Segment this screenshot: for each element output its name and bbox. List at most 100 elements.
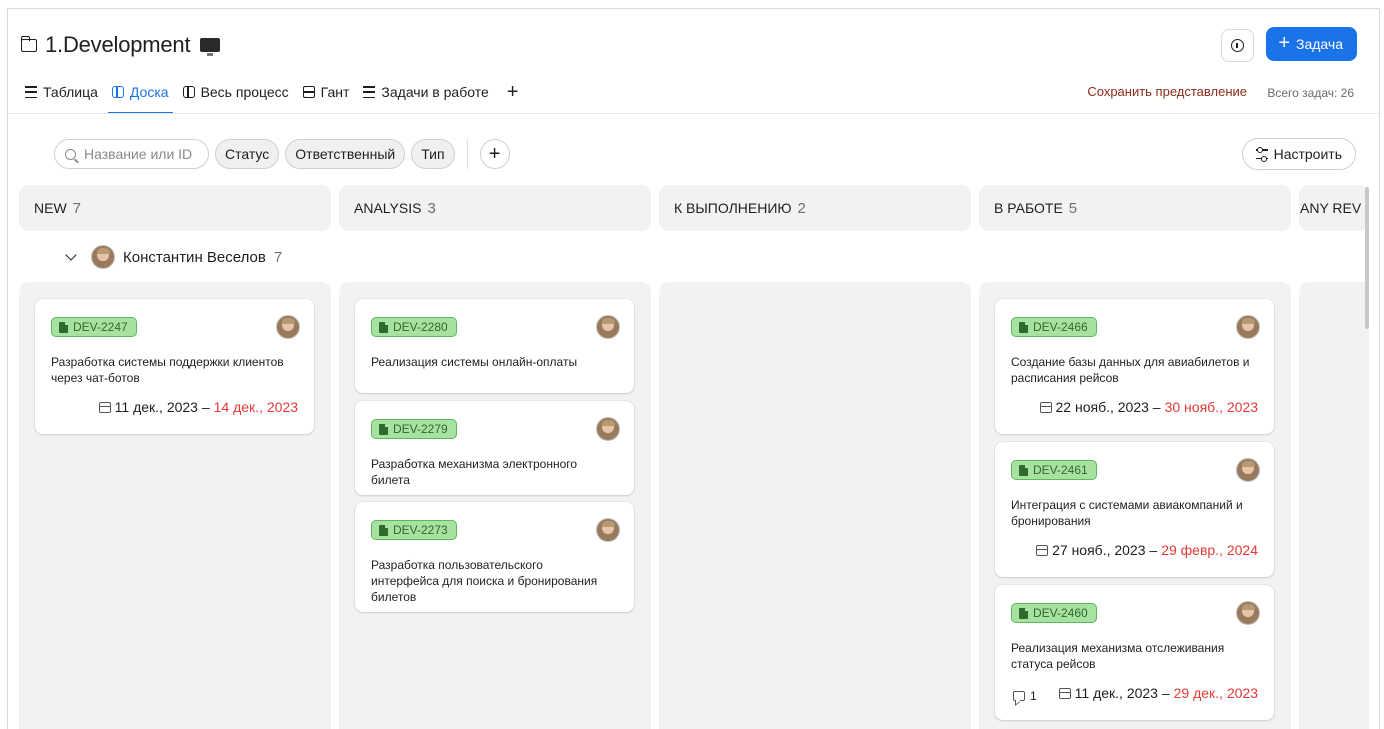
- column-name: NEW: [34, 200, 67, 216]
- date-end: 30 нояб., 2023: [1164, 399, 1258, 415]
- task-card[interactable]: DEV-2273 Разработка пользовательского ин…: [355, 502, 634, 612]
- search-input[interactable]: Название или ID: [54, 139, 209, 169]
- configure-label: Настроить: [1273, 146, 1342, 162]
- task-card[interactable]: DEV-2247 Разработка системы поддержки кл…: [35, 299, 314, 434]
- task-card[interactable]: DEV-2279 Разработка механизма электронно…: [355, 401, 634, 495]
- board-icon: [111, 86, 124, 98]
- document-icon: [1019, 321, 1028, 333]
- avatar: [596, 518, 620, 542]
- comments-count[interactable]: 1: [1013, 689, 1037, 703]
- tab-board[interactable]: Доска: [107, 80, 173, 114]
- info-icon: [1231, 39, 1244, 52]
- column-header-any-review[interactable]: ANY REV: [1299, 185, 1369, 231]
- column-header-todo[interactable]: К ВЫПОЛНЕНИЮ 2: [659, 185, 971, 231]
- task-id: DEV-2273: [393, 523, 448, 537]
- column-count: 2: [797, 199, 806, 217]
- task-dates: 27 нояб., 2023 – 29 февр., 2024: [1036, 542, 1258, 558]
- tab-label: Задачи в работе: [381, 84, 489, 100]
- avatar: [1236, 601, 1260, 625]
- document-icon: [1019, 607, 1028, 619]
- add-task-label: Задача: [1296, 36, 1343, 52]
- swimlane-header[interactable]: Константин Веселов 7: [65, 245, 282, 269]
- column-name: ANY REV: [1300, 200, 1362, 216]
- save-view-link[interactable]: Сохранить представление: [1087, 84, 1247, 99]
- calendar-icon: [1036, 544, 1049, 556]
- avatar: [276, 315, 300, 339]
- chevron-down-icon[interactable]: [65, 249, 77, 261]
- filter-divider: [466, 139, 468, 169]
- document-icon: [379, 423, 388, 435]
- task-dates: 11 дек., 2023 – 14 дек., 2023: [98, 399, 298, 415]
- sliders-icon: [1255, 147, 1268, 161]
- column-header-analysis[interactable]: ANALYSIS 3: [339, 185, 651, 231]
- configure-button[interactable]: Настроить: [1241, 138, 1356, 170]
- task-title: Создание базы данных для авиабилетов и р…: [1011, 355, 1250, 385]
- add-view-icon[interactable]: +: [507, 82, 519, 102]
- column-body-new: DEV-2247 Разработка системы поддержки кл…: [19, 282, 331, 729]
- total-tasks-count: Всего задач: 26: [1267, 86, 1354, 100]
- lines-icon: [25, 86, 37, 98]
- task-id-badge: DEV-2280: [371, 317, 457, 337]
- column-body-todo: [659, 282, 971, 729]
- task-dates: 22 нояб., 2023 – 30 нояб., 2023: [1039, 399, 1258, 415]
- date-end: 29 дек., 2023: [1173, 685, 1258, 701]
- column-header-new[interactable]: NEW 7: [19, 185, 331, 231]
- task-card[interactable]: DEV-2466 Создание базы данных для авиаби…: [995, 299, 1274, 434]
- column-count: 5: [1068, 199, 1078, 217]
- tab-label: Таблица: [43, 84, 98, 100]
- document-icon: [59, 321, 68, 333]
- column-header-in-progress[interactable]: В РАБОТЕ 5: [979, 185, 1291, 231]
- task-id-badge: DEV-2273: [371, 520, 457, 540]
- tab-tasks-in-progress[interactable]: Задачи в работе: [363, 80, 489, 104]
- task-card[interactable]: DEV-2460 Реализация механизма отслеживан…: [995, 585, 1274, 720]
- task-id-badge: DEV-2247: [51, 317, 137, 337]
- tab-gantt[interactable]: Гант: [302, 80, 350, 104]
- task-id: DEV-2466: [1033, 320, 1088, 334]
- title-row: 1.Development: [20, 29, 221, 61]
- comment-icon: [1013, 691, 1025, 701]
- task-id-badge: DEV-2279: [371, 419, 457, 439]
- task-card[interactable]: DEV-2280 Реализация системы онлайн-оплат…: [355, 299, 634, 393]
- tab-label: Весь процесс: [200, 84, 289, 100]
- task-id: DEV-2279: [393, 422, 448, 436]
- calendar-icon: [98, 401, 111, 413]
- task-id-badge: DEV-2461: [1011, 460, 1097, 480]
- vertical-scrollbar[interactable]: [1365, 187, 1369, 329]
- info-button[interactable]: [1221, 29, 1254, 62]
- task-title: Разработка механизма электронного билета: [371, 457, 578, 487]
- filter-chip-type[interactable]: Тип: [411, 139, 455, 169]
- column-body-in-progress: DEV-2466 Создание базы данных для авиаби…: [979, 282, 1291, 729]
- filter-chip-assignee[interactable]: Ответственный: [285, 139, 406, 169]
- add-filter-button[interactable]: +: [479, 139, 510, 169]
- gantt-icon: [302, 86, 315, 98]
- column-name: ANALYSIS: [354, 200, 422, 216]
- task-title: Реализация системы онлайн-оплаты: [371, 355, 578, 369]
- task-title: Разработка пользовательского интерфейса …: [371, 558, 598, 604]
- task-title: Разработка системы поддержки клиентов че…: [51, 355, 284, 385]
- assignee-name: Константин Веселов: [123, 248, 266, 266]
- column-name: К ВЫПОЛНЕНИЮ: [674, 200, 792, 216]
- task-card[interactable]: DEV-2461 Интеграция с системами авиакомп…: [995, 442, 1274, 577]
- task-title: Реализация механизма отслеживания статус…: [1011, 641, 1225, 671]
- tab-label: Гант: [320, 84, 350, 100]
- date-start: 11 дек., 2023 –: [1074, 685, 1170, 701]
- board-icon: [182, 86, 195, 98]
- search-placeholder: Название или ID: [84, 146, 193, 162]
- avatar: [596, 417, 620, 441]
- date-start: 11 дек., 2023 –: [114, 399, 210, 415]
- avatar: [91, 245, 115, 269]
- filter-chip-status[interactable]: Статус: [215, 139, 280, 169]
- add-task-button[interactable]: + Задача: [1266, 27, 1357, 61]
- avatar: [1236, 458, 1260, 482]
- page-title: 1.Development: [45, 32, 191, 57]
- column-body-analysis: DEV-2280 Реализация системы онлайн-оплат…: [339, 282, 651, 729]
- plus-icon: +: [1278, 32, 1291, 54]
- date-start: 27 нояб., 2023 –: [1052, 542, 1158, 558]
- tab-whole-process[interactable]: Весь процесс: [182, 80, 289, 104]
- date-end: 14 дек., 2023: [213, 399, 298, 415]
- view-tabs: Таблица Доска Весь процесс Гант Задачи в…: [25, 80, 519, 114]
- folder-icon: [20, 35, 37, 52]
- lines-icon: [363, 86, 376, 98]
- tab-table[interactable]: Таблица: [25, 80, 98, 104]
- column-name: В РАБОТЕ: [994, 200, 1063, 216]
